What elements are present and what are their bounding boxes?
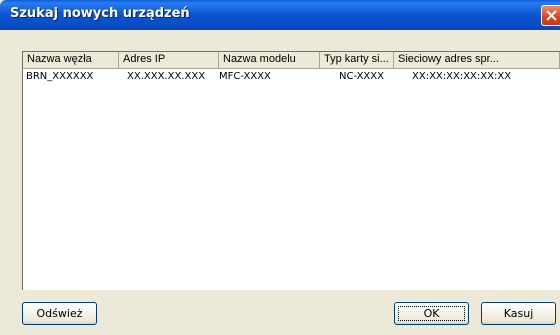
column-header-model-name[interactable]: Nazwa modelu [219, 52, 320, 68]
dialog-window: Szukaj nowych urządzeń Nazwa węzła Adres… [0, 0, 560, 335]
device-list[interactable]: Nazwa węzła Adres IP Nazwa modelu Typ ka… [22, 51, 560, 290]
cell-ip-address: XX.XXX.XX.XXX [127, 71, 206, 82]
column-header-card-type[interactable]: Typ karty si... [320, 52, 394, 68]
cell-mac-address: XX:XX:XX:XX:XX:XX [412, 71, 512, 82]
cell-node-name: BRN_XXXXXX [26, 71, 94, 82]
focus-rectangle [398, 306, 465, 321]
cell-model-name: MFC-XXXX [219, 71, 271, 82]
cell-card-type: NC-XXXX [339, 71, 384, 82]
title-bar[interactable]: Szukaj nowych urządzeń [0, 0, 560, 30]
column-header-ip-address[interactable]: Adres IP [119, 52, 219, 68]
window-title: Szukaj nowych urządzeń [10, 6, 190, 21]
column-header-node-name[interactable]: Nazwa węzła [23, 52, 119, 68]
refresh-button[interactable]: Odśwież [22, 302, 97, 325]
close-button[interactable] [541, 5, 560, 26]
column-header-mac-address[interactable]: Sieciowy adres spr... [394, 52, 560, 68]
list-header: Nazwa węzła Adres IP Nazwa modelu Typ ka… [23, 52, 560, 69]
cancel-button[interactable]: Kasuj [481, 302, 556, 325]
table-row[interactable]: BRN_XXXXXX XX.XXX.XX.XXX MFC-XXXX NC-XXX… [23, 69, 560, 86]
close-icon [546, 10, 557, 21]
ok-button[interactable]: OK [394, 302, 469, 325]
